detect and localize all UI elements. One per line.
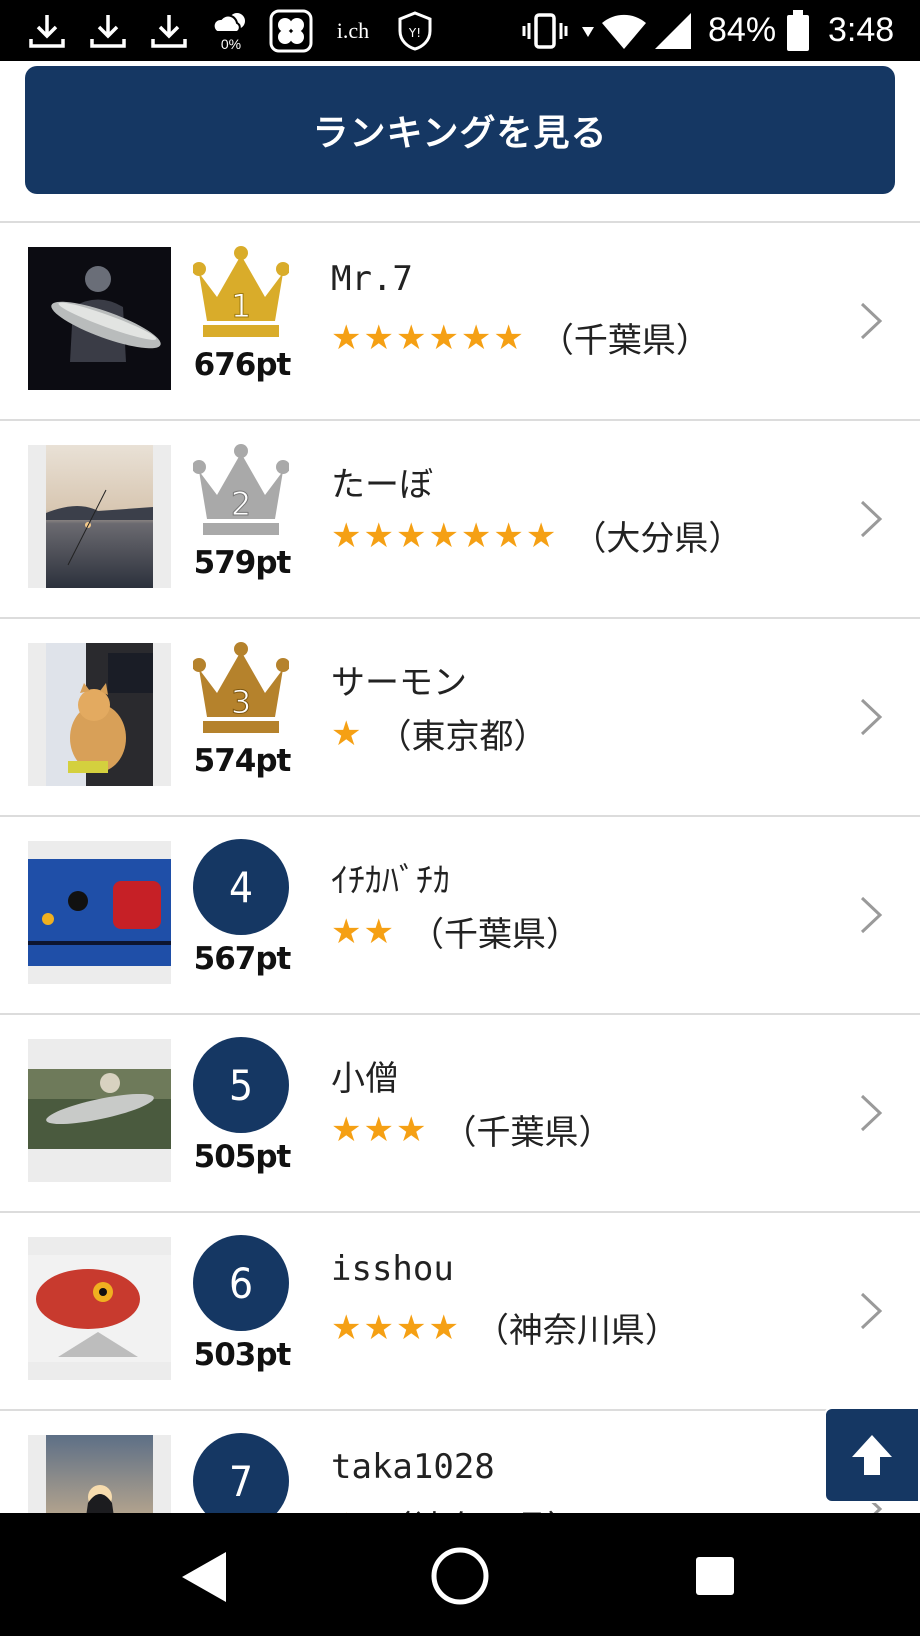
ranking-row-2[interactable]: 2 579pt たーぼ ★★★★★★★ （大分県） bbox=[0, 419, 920, 617]
battery-percent: 84% bbox=[708, 11, 777, 49]
ranking-row-4[interactable]: 4 567pt ｲﾁｶﾊﾞﾁｶ ★★ （千葉県） bbox=[0, 815, 920, 1013]
user-name: 小僧 bbox=[331, 1059, 399, 1099]
prefecture-label: （東京都） bbox=[377, 717, 548, 757]
data-arrow-icon bbox=[578, 8, 598, 54]
user-photo-5 bbox=[28, 1039, 171, 1182]
star-rating: ★★★ bbox=[331, 1109, 429, 1150]
star-rating: ★★★★ bbox=[331, 1307, 461, 1348]
chevron-right-icon bbox=[856, 301, 886, 341]
user-photo-4 bbox=[28, 841, 171, 984]
download-icon bbox=[26, 8, 68, 54]
shield-icon: Y! bbox=[395, 8, 435, 54]
recents-icon[interactable] bbox=[694, 1555, 736, 1601]
download-icon bbox=[87, 8, 129, 54]
vibrate-icon bbox=[520, 8, 570, 54]
prefecture-label: （千葉県） bbox=[539, 321, 710, 361]
rating-line: ★ （東京都） bbox=[331, 709, 547, 758]
star-rating: ★★ bbox=[331, 911, 396, 952]
star-rating: ★★★★★★ bbox=[331, 317, 526, 358]
weather-icon: 0% bbox=[208, 8, 254, 54]
ranking-row-6[interactable]: 6 503pt isshou ★★★★ （神奈川県） bbox=[0, 1211, 920, 1409]
bronze-crown-icon: 3 bbox=[192, 641, 290, 737]
chevron-right-icon bbox=[856, 895, 886, 935]
rating-line: ★★ （千葉県） bbox=[331, 907, 580, 956]
user-name: サーモン bbox=[331, 663, 467, 703]
svg-text:1: 1 bbox=[231, 287, 251, 325]
prefecture-label: （大分県） bbox=[572, 519, 743, 559]
ich-icon: i.ch bbox=[336, 18, 370, 43]
rank-circle-badge: 5 bbox=[193, 1037, 289, 1133]
rank-circle-badge: 4 bbox=[193, 839, 289, 935]
rank-circle-badge: 6 bbox=[193, 1235, 289, 1331]
points-label: 676pt bbox=[193, 347, 292, 383]
back-icon[interactable] bbox=[178, 1549, 230, 1609]
rating-line: ★★★★★★ （千葉県） bbox=[331, 313, 710, 362]
signal-icon bbox=[652, 8, 694, 54]
prefecture-label: （神奈川県） bbox=[474, 1311, 679, 1351]
clover-app-icon bbox=[268, 8, 314, 54]
user-name: Mr.7 bbox=[331, 259, 413, 299]
rating-line: ★★★★ （神奈川県） bbox=[331, 1303, 679, 1352]
user-name: taka1028 bbox=[331, 1447, 495, 1487]
points-label: 579pt bbox=[193, 545, 292, 581]
view-ranking-button[interactable]: ランキングを見る bbox=[25, 66, 895, 194]
svg-text:3: 3 bbox=[231, 683, 251, 721]
chevron-right-icon bbox=[856, 1093, 886, 1133]
star-rating: ★ bbox=[331, 713, 364, 754]
clock: 3:48 bbox=[828, 11, 895, 49]
user-photo-1 bbox=[28, 247, 171, 390]
user-name: たーぼ bbox=[331, 465, 433, 505]
home-icon[interactable] bbox=[429, 1545, 491, 1611]
ranking-row-1[interactable]: 1 676pt Mr.7 ★★★★★★ （千葉県） bbox=[0, 221, 920, 419]
ranking-row-3[interactable]: 3 574pt サーモン ★ （東京都） bbox=[0, 617, 920, 815]
prefecture-label: （千葉県） bbox=[442, 1113, 613, 1153]
gold-crown-icon: 1 bbox=[192, 245, 290, 341]
points-label: 574pt bbox=[193, 743, 292, 779]
svg-text:Y!: Y! bbox=[408, 26, 421, 40]
rating-line: ★★★★★★★ （大分県） bbox=[331, 511, 742, 560]
chevron-right-icon bbox=[856, 1291, 886, 1331]
svg-text:2: 2 bbox=[231, 485, 251, 523]
prefecture-label: （千葉県） bbox=[409, 915, 580, 955]
status-bar: 0% i.ch Y! 84% 3:48 bbox=[0, 0, 920, 61]
wifi-icon bbox=[600, 8, 648, 54]
arrow-up-icon bbox=[852, 1435, 892, 1475]
chevron-right-icon bbox=[856, 697, 886, 737]
user-photo-3 bbox=[28, 643, 171, 786]
battery-icon bbox=[784, 8, 812, 54]
user-name: isshou bbox=[331, 1249, 454, 1289]
weather-percent: 0% bbox=[220, 36, 242, 52]
user-photo-6 bbox=[28, 1237, 171, 1380]
points-label: 505pt bbox=[193, 1139, 292, 1175]
silver-crown-icon: 2 bbox=[192, 443, 290, 539]
scroll-to-top-button[interactable] bbox=[824, 1407, 920, 1503]
points-label: 567pt bbox=[193, 941, 292, 977]
points-label: 503pt bbox=[193, 1337, 292, 1373]
chevron-right-icon bbox=[856, 499, 886, 539]
rating-line: ★★★ （千葉県） bbox=[331, 1105, 612, 1154]
ranking-row-5[interactable]: 5 505pt 小僧 ★★★ （千葉県） bbox=[0, 1013, 920, 1211]
user-name: ｲﾁｶﾊﾞﾁｶ bbox=[331, 861, 450, 901]
download-icon bbox=[148, 8, 190, 54]
star-rating: ★★★★★★★ bbox=[331, 515, 559, 556]
user-photo-2 bbox=[28, 445, 171, 588]
system-nav-bar bbox=[0, 1513, 920, 1636]
